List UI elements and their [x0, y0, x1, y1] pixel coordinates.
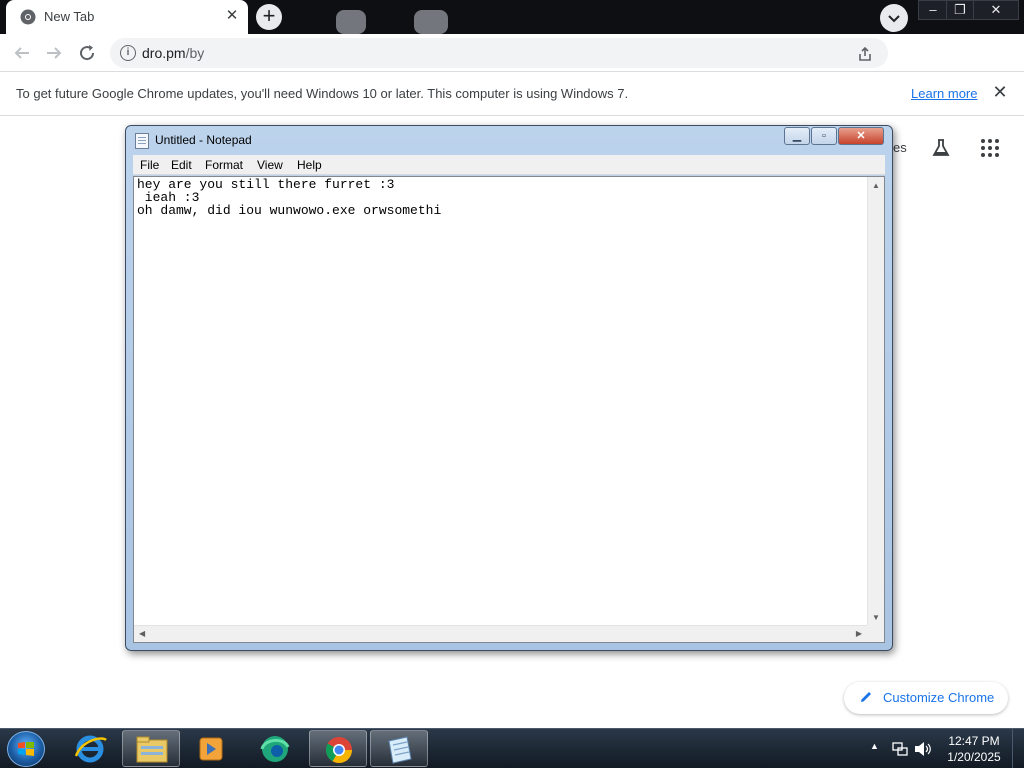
scrollbar-corner	[867, 625, 884, 642]
forward-button[interactable]	[42, 41, 66, 65]
learn-more-link[interactable]: Learn more	[911, 86, 977, 101]
scroll-up-icon[interactable]: ▲	[872, 181, 880, 190]
url-path: /by	[185, 45, 205, 61]
customize-chrome-label: Customize Chrome	[883, 690, 995, 705]
notepad-icon	[135, 133, 149, 149]
notepad-text[interactable]: hey are you still there furret :3 ieah :…	[137, 178, 441, 217]
media-player-icon	[199, 737, 223, 761]
taskbar-edge[interactable]	[246, 730, 304, 767]
chevron-down-icon	[888, 15, 900, 23]
google-apps-icon[interactable]	[980, 138, 1000, 158]
notepad-close-button[interactable]: ✕	[838, 127, 884, 145]
horizontal-scrollbar[interactable]: ◀ ▶	[134, 625, 867, 642]
notepad-text-area[interactable]: hey are you still there furret :3 ieah :…	[133, 176, 885, 643]
edge-icon	[260, 736, 290, 762]
tab-strip: New Tab ✕ + – ❐ ✕	[0, 0, 1024, 34]
notepad-titlebar[interactable]: Untitled - Notepad ▁ ▫ ✕	[126, 126, 892, 154]
taskbar-clock[interactable]: 12:47 PM 1/20/2025	[940, 733, 1008, 765]
show-desktop-button[interactable]	[1012, 729, 1024, 768]
tab-close-icon[interactable]: ✕	[222, 6, 242, 26]
new-tab-button[interactable]: +	[256, 4, 282, 30]
menu-view[interactable]: View	[257, 158, 283, 172]
scroll-left-icon[interactable]: ◀	[139, 629, 145, 638]
notepad-menubar: File Edit Format View Help	[133, 155, 885, 175]
pencil-icon	[861, 692, 871, 702]
url-host: dro.pm	[142, 45, 186, 61]
tab-new-tab[interactable]: New Tab ✕	[6, 0, 248, 34]
clock-time: 12:47 PM	[948, 734, 1000, 748]
folder-icon	[136, 736, 168, 763]
menu-help[interactable]: Help	[297, 158, 322, 172]
tab-title: New Tab	[44, 9, 95, 24]
update-infobar: To get future Google Chrome updates, you…	[0, 72, 1024, 116]
scroll-right-icon[interactable]: ▶	[856, 629, 862, 638]
chrome-icon	[325, 737, 353, 764]
volume-icon[interactable]	[914, 741, 932, 757]
desktop-icon-blur	[414, 10, 448, 34]
infobar-message: To get future Google Chrome updates, you…	[16, 86, 629, 101]
desktop-icon-blur	[336, 10, 366, 34]
vertical-scrollbar[interactable]: ▲ ▼	[867, 177, 884, 626]
taskbar: ▲ 12:47 PM 1/20/2025	[0, 728, 1024, 768]
notepad-maximize-button[interactable]: ▫	[811, 127, 837, 145]
back-arrow-icon	[14, 47, 29, 59]
notepad-minimize-button[interactable]: ▁	[784, 127, 810, 145]
windows-logo-icon	[18, 742, 34, 756]
tab-search-button[interactable]	[880, 4, 908, 32]
address-bar[interactable]: i dro.pm/by	[110, 38, 888, 68]
internet-explorer-icon	[74, 735, 107, 763]
minimize-button[interactable]: –	[918, 0, 948, 20]
site-info-icon[interactable]: i	[120, 45, 136, 61]
notepad-icon	[388, 736, 412, 764]
tray-expand-icon[interactable]: ▲	[870, 741, 879, 751]
taskbar-notepad[interactable]	[370, 730, 428, 767]
clock-date: 1/20/2025	[947, 750, 1001, 764]
notepad-title: Untitled - Notepad	[155, 133, 252, 147]
taskbar-file-explorer[interactable]	[122, 730, 180, 767]
reload-icon	[80, 45, 95, 61]
chrome-icon	[20, 9, 36, 25]
start-button[interactable]	[7, 731, 45, 767]
taskbar-chrome[interactable]	[309, 730, 367, 767]
browser-toolbar: i dro.pm/by	[0, 34, 1024, 97]
notepad-window[interactable]: Untitled - Notepad ▁ ▫ ✕ File Edit Forma…	[125, 125, 893, 651]
forward-arrow-icon	[47, 47, 62, 59]
reload-button[interactable]	[75, 41, 99, 65]
network-icon[interactable]	[892, 742, 908, 756]
ntp-partial-text[interactable]: es	[893, 140, 907, 155]
share-icon[interactable]	[856, 45, 874, 63]
labs-flask-icon[interactable]	[930, 137, 952, 159]
infobar-close-icon[interactable]: ✕	[990, 82, 1010, 102]
menu-edit[interactable]: Edit	[171, 158, 192, 172]
menu-file[interactable]: File	[140, 158, 159, 172]
taskbar-media-player[interactable]	[182, 730, 240, 767]
window-close-button[interactable]: ✕	[973, 0, 1019, 20]
back-button[interactable]	[10, 41, 34, 65]
restore-button[interactable]: ❐	[946, 0, 974, 20]
customize-chrome-button[interactable]: Customize Chrome	[844, 682, 1008, 714]
menu-format[interactable]: Format	[205, 158, 243, 172]
taskbar-ie[interactable]	[62, 730, 120, 767]
url-text[interactable]: dro.pm/by	[142, 45, 204, 61]
scroll-down-icon[interactable]: ▼	[872, 613, 880, 622]
